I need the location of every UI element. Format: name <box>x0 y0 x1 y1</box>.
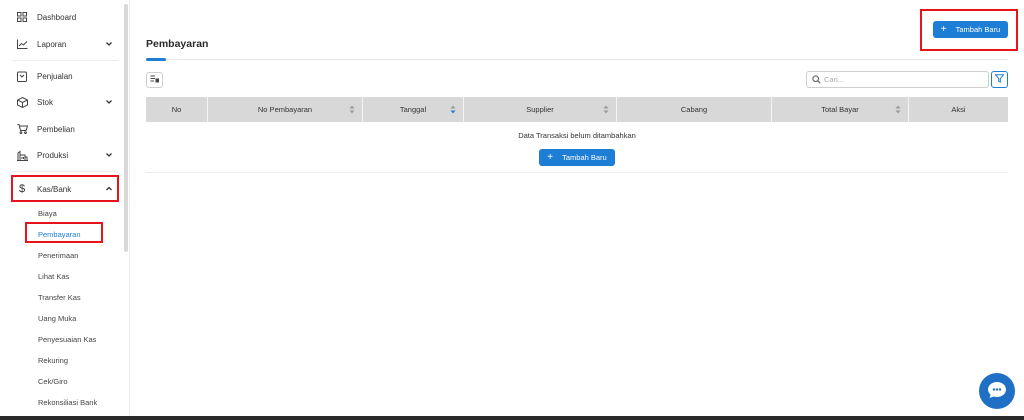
sidebar-subitem-penerimaan[interactable]: Penerimaan <box>38 251 78 260</box>
sort-icon <box>349 105 355 114</box>
sidebar-item-label: Produksi <box>37 150 69 160</box>
sidebar-item-label: Stok <box>37 97 54 107</box>
search-icon <box>812 75 821 84</box>
column-header-cabang: Cabang <box>617 97 772 122</box>
sidebar-item-produksi[interactable]: Produksi <box>12 145 120 165</box>
bottom-edge-bar <box>0 416 1024 420</box>
filter-button[interactable] <box>991 71 1008 88</box>
sidebar-subitem-transfer-kas[interactable]: Transfer Kas <box>38 293 81 302</box>
chevron-down-icon <box>104 97 114 107</box>
column-header-label: Supplier <box>526 105 554 114</box>
sidebar: Dashboard Laporan Penjualan Stok Pembeli… <box>0 0 128 420</box>
table-header: No No Pembayaran Tanggal Supplier Cabang… <box>146 97 1008 122</box>
page-title: Pembayaran <box>146 38 209 50</box>
sidebar-item-label: Dashboard <box>37 12 77 22</box>
column-header-supplier[interactable]: Supplier <box>464 97 617 122</box>
sidebar-subitem-lihat-kas[interactable]: Lihat Kas <box>38 272 69 281</box>
sidebar-divider <box>12 171 118 172</box>
search-box[interactable] <box>806 71 989 88</box>
add-new-button-label: Tambah Baru <box>955 25 1001 34</box>
plus-icon: + <box>940 23 947 35</box>
highlight-pembayaran <box>25 222 103 243</box>
chat-icon <box>987 381 1007 401</box>
column-settings-button[interactable] <box>146 72 163 88</box>
column-header-tanggal[interactable]: Tanggal <box>363 97 464 122</box>
grid-icon <box>16 11 28 23</box>
box-icon <box>16 96 28 108</box>
sidebar-subitem-cek-giro[interactable]: Cek/Giro <box>38 377 68 386</box>
column-header-label: Tanggal <box>399 105 427 114</box>
sidebar-item-label: Penjualan <box>37 71 73 81</box>
sidebar-item-dashboard[interactable]: Dashboard <box>12 7 120 27</box>
search-input[interactable] <box>824 75 984 84</box>
factory-icon <box>16 149 28 161</box>
column-header-no: No <box>146 97 208 122</box>
chat-widget-button[interactable] <box>979 373 1015 409</box>
sidebar-item-stok[interactable]: Stok <box>12 92 120 112</box>
chevron-down-icon <box>104 39 114 49</box>
sidebar-item-penjualan[interactable]: Penjualan <box>12 66 120 86</box>
empty-state-message: Data Transaksi belum ditambahkan <box>518 131 636 140</box>
sort-icon <box>603 105 609 114</box>
sidebar-item-pembelian[interactable]: Pembelian <box>12 119 120 139</box>
sidebar-item-label: Laporan <box>37 39 67 49</box>
sidebar-item-label: Pembelian <box>37 124 75 134</box>
empty-state-add-button[interactable]: + Tambah Baru <box>539 149 615 166</box>
sidebar-divider <box>12 60 118 61</box>
sidebar-subitem-rekuring[interactable]: Rekuring <box>38 356 68 365</box>
sidebar-scrollbar[interactable] <box>124 4 128 252</box>
column-header-label: No <box>171 105 182 114</box>
highlight-kas-bank <box>11 175 119 202</box>
empty-state-add-label: Tambah Baru <box>562 153 607 162</box>
column-header-label: Total Bayar <box>821 105 859 114</box>
header-divider <box>146 59 1008 60</box>
column-header-label: No Pembayaran <box>257 105 313 114</box>
columns-icon <box>150 75 159 85</box>
sidebar-border <box>129 0 130 420</box>
filter-icon <box>994 74 1005 85</box>
chevron-down-icon <box>104 150 114 160</box>
plus-icon: + <box>547 151 554 163</box>
sidebar-item-laporan[interactable]: Laporan <box>12 34 120 54</box>
receipt-icon <box>16 70 28 82</box>
sidebar-subitem-rekonsiliasi-bank[interactable]: Rekonsiliasi Bank <box>38 398 97 407</box>
chart-line-icon <box>16 38 28 50</box>
column-header-label: Cabang <box>680 105 708 114</box>
sort-icon <box>895 105 901 114</box>
column-header-total-bayar[interactable]: Total Bayar <box>772 97 909 122</box>
column-header-aksi: Aksi <box>909 97 1008 122</box>
sort-active-icon <box>450 105 456 114</box>
sidebar-subitem-penyesuaian-kas[interactable]: Penyesuaian Kas <box>38 335 96 344</box>
cart-icon <box>16 123 28 135</box>
column-header-no-pembayaran[interactable]: No Pembayaran <box>208 97 363 122</box>
add-new-button[interactable]: + Tambah Baru <box>933 21 1008 38</box>
active-tab-indicator <box>146 58 166 61</box>
sidebar-subitem-biaya[interactable]: Biaya <box>38 209 57 218</box>
column-header-label: Aksi <box>951 105 966 114</box>
sidebar-subitem-uang-muka[interactable]: Uang Muka <box>38 314 76 323</box>
table-bottom-border <box>146 172 1008 173</box>
